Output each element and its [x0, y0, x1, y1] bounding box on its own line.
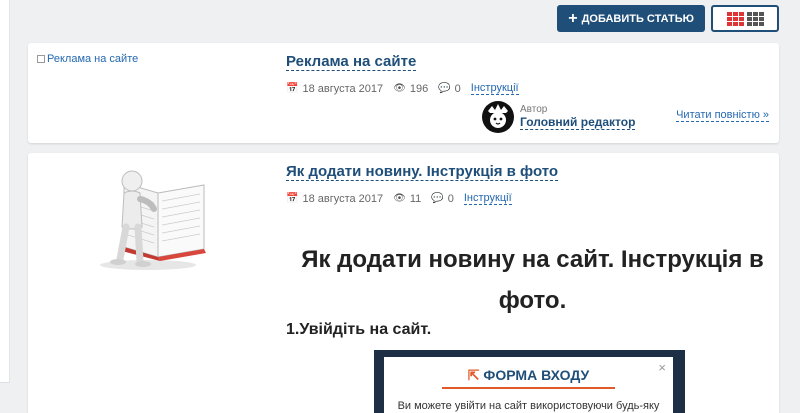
login-form-text: Ви можете увійти на сайт використовуючи … [397, 400, 660, 412]
post-card: Реклама на сайте Реклама на сайте 📅 18 а… [28, 43, 779, 143]
read-more-link[interactable]: Читати повністю » [676, 109, 769, 122]
add-article-label: ДОБАВИТЬ СТАТЬЮ [581, 12, 694, 25]
login-form-screenshot[interactable]: × ⇱ ФОРМА ВХОДУ Ви можете увійти на сайт… [374, 350, 685, 413]
post-thumbnail[interactable] [88, 163, 216, 273]
eye-icon: 👁 [393, 193, 406, 204]
post-views: 👁 196 [393, 83, 428, 95]
login-form-panel: × ⇱ ФОРМА ВХОДУ Ви можете увійти на сайт… [384, 357, 673, 413]
post-meta: 📅 18 августа 2017 👁 196 💬 0 Інструкції [286, 82, 519, 95]
post-title-link[interactable]: Як додати новину. Інструкція в фото [286, 163, 559, 181]
avatar[interactable] [480, 99, 516, 135]
excerpt-heading: Як додати новину на сайт. Інструкція в ф… [301, 246, 764, 314]
login-form-title: ⇱ ФОРМА ВХОДУ [384, 367, 673, 384]
post-card: Як додати новину. Інструкція в фото 📅 18… [28, 153, 779, 413]
post-category-link[interactable]: Інструкції [463, 192, 512, 205]
grid-view-icon[interactable] [746, 11, 764, 26]
post-date-text: 18 августа 2017 [302, 192, 384, 205]
post-comments: 💬 0 [431, 193, 454, 205]
post-author: Автор Головний редактор [480, 99, 636, 135]
comment-icon: 💬 [431, 193, 444, 204]
author-name-link[interactable]: Головний редактор [520, 115, 636, 130]
plus-icon: + [568, 9, 578, 27]
login-icon: ⇱ [467, 367, 484, 383]
author-role: Автор [520, 104, 548, 115]
list-view-icon[interactable] [726, 11, 744, 26]
login-title-underline [442, 387, 615, 389]
post-date: 📅 18 августа 2017 [286, 83, 383, 95]
eye-icon: 👁 [393, 83, 406, 94]
login-form-title-text: ФОРМА ВХОДУ [483, 367, 590, 383]
calendar-icon: 📅 [286, 193, 299, 204]
toolbar: + ДОБАВИТЬ СТАТЬЮ [557, 5, 779, 32]
broken-image-icon [37, 55, 45, 63]
comment-icon: 💬 [438, 83, 451, 94]
post-category-link[interactable]: Інструкції [470, 82, 519, 95]
post-comments: 💬 0 [438, 83, 461, 95]
post-views-count: 11 [409, 192, 422, 205]
post-date-text: 18 августа 2017 [302, 82, 384, 95]
left-sidebar-panel [0, 0, 10, 383]
excerpt-step: 1.Увійдіть на сайт. [286, 321, 432, 338]
broken-image-placeholder[interactable]: Реклама на сайте [37, 53, 138, 65]
calendar-icon: 📅 [286, 83, 299, 94]
add-article-button[interactable]: + ДОБАВИТЬ СТАТЬЮ [557, 5, 705, 32]
post-comments-count: 0 [454, 82, 461, 95]
post-comments-count: 0 [447, 192, 454, 205]
post-views-count: 196 [409, 82, 429, 95]
view-toggle [711, 5, 779, 32]
image-alt-text: Реклама на сайте [47, 53, 139, 65]
lion-logo-icon [482, 101, 514, 133]
post-date: 📅 18 августа 2017 [286, 193, 383, 205]
author-text: Автор Головний редактор [520, 104, 636, 130]
post-title-link[interactable]: Реклама на сайте [286, 53, 417, 71]
post-views: 👁 11 [393, 193, 421, 205]
post-meta: 📅 18 августа 2017 👁 11 💬 0 Інструкції [286, 192, 512, 205]
